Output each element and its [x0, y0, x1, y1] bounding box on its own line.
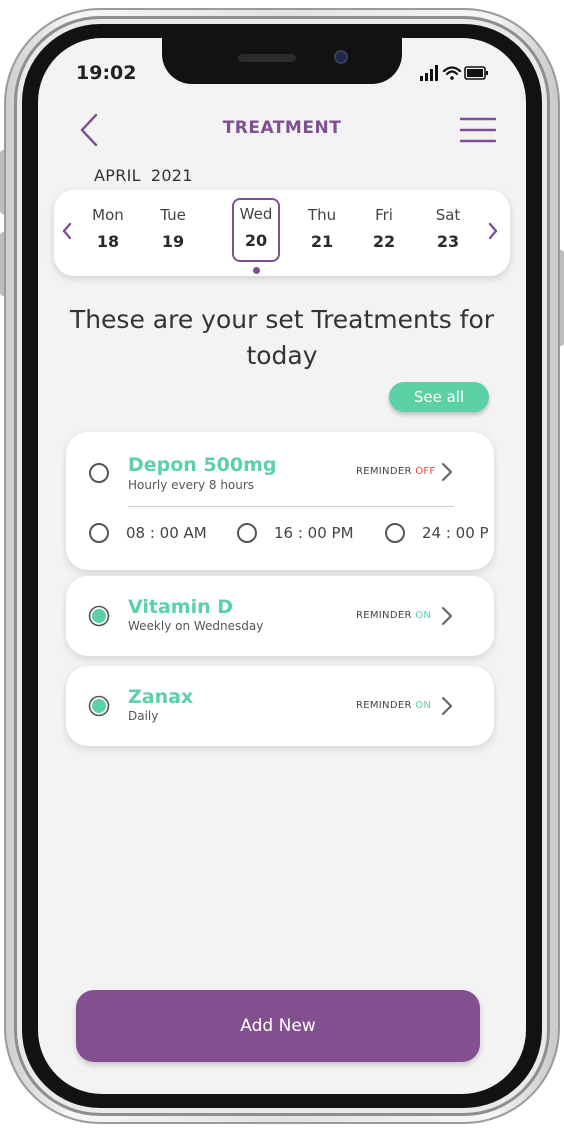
signal-icon — [420, 65, 438, 81]
checkbox-unchecked — [89, 523, 109, 543]
day-name: Sat — [435, 206, 461, 224]
reminder-status[interactable]: REMINDER ON — [356, 610, 431, 621]
checkbox-unchecked — [385, 523, 405, 543]
day-name: Thu — [307, 206, 337, 224]
card-divider — [128, 506, 454, 507]
medication-name: Vitamin D — [128, 596, 234, 618]
notch — [162, 38, 402, 84]
phone-mockup: 19:02 TREATMENT APRIL 2021 Mon 18 Tue 19… — [0, 0, 564, 1128]
checkbox-checked[interactable] — [88, 695, 110, 717]
treatment-card-depon[interactable]: Depon 500mg Hourly every 8 hours REMINDE… — [66, 432, 494, 570]
speaker-grille — [238, 54, 296, 62]
calendar-day-mon[interactable]: Mon 18 — [84, 200, 132, 262]
day-name: Mon — [92, 206, 124, 224]
treatment-card-vitamin-d[interactable]: Vitamin D Weekly on Wednesday REMINDER O… — [66, 576, 494, 656]
page-title: TREATMENT — [222, 118, 342, 138]
chevron-right-icon[interactable] — [438, 460, 456, 484]
dose-time-label: 24 : 00 P — [422, 524, 489, 542]
reminder-label: REMINDER — [356, 700, 412, 711]
dose-time-1600[interactable]: 16 : 00 PM — [236, 522, 376, 544]
day-number: 18 — [96, 232, 120, 251]
reminder-status[interactable]: REMINDER ON — [356, 700, 431, 711]
dose-time-label: 16 : 00 PM — [274, 524, 354, 542]
checkbox-checked[interactable] — [88, 605, 110, 627]
status-icons — [420, 65, 488, 81]
battery-icon — [464, 66, 488, 80]
medication-schedule: Daily — [128, 709, 159, 723]
day-number: 23 — [436, 232, 460, 251]
treatments-heading: These are your set Treatments for today — [69, 305, 495, 370]
day-name: Fri — [375, 206, 393, 224]
day-number: 20 — [244, 231, 268, 250]
calendar-day-fri[interactable]: Fri 22 — [360, 200, 408, 262]
dose-time-0800[interactable]: 08 : 00 AM — [88, 522, 238, 544]
app-screen: 19:02 TREATMENT APRIL 2021 Mon 18 Tue 19… — [38, 38, 526, 1094]
reminder-state-off: OFF — [415, 466, 436, 477]
calendar-day-wed-selected[interactable]: Wed 20 — [232, 198, 280, 262]
reminder-state-on: ON — [415, 610, 432, 621]
menu-button[interactable] — [459, 116, 497, 144]
calendar-day-sat[interactable]: Sat 23 — [424, 200, 472, 262]
hamburger-menu-icon — [459, 117, 497, 143]
chevron-right-icon — [488, 222, 498, 240]
treatment-card-zanax[interactable]: Zanax Daily REMINDER ON — [66, 666, 494, 746]
chevron-right-icon[interactable] — [438, 604, 456, 628]
selected-day-indicator — [253, 267, 260, 274]
reminder-status[interactable]: REMINDER OFF — [356, 466, 435, 477]
week-calendar: Mon 18 Tue 19 Wed 20 Thu 21 Fri 22 Sat 2… — [54, 190, 510, 276]
medication-name: Zanax — [128, 686, 194, 708]
checkbox-unchecked[interactable] — [88, 462, 110, 484]
chevron-right-icon[interactable] — [438, 694, 456, 718]
see-all-button[interactable]: See all — [389, 382, 489, 412]
day-number: 21 — [310, 232, 334, 251]
year-label: 2021 — [150, 166, 193, 185]
reminder-label: REMINDER — [356, 610, 412, 621]
medication-schedule: Hourly every 8 hours — [128, 478, 255, 492]
wifi-icon — [442, 66, 462, 80]
day-name: Wed — [239, 205, 273, 223]
calendar-day-tue[interactable]: Tue 19 — [149, 200, 197, 262]
dose-time-label: 08 : 00 AM — [126, 524, 207, 542]
calendar-day-thu[interactable]: Thu 21 — [298, 200, 346, 262]
reminder-state-on: ON — [415, 700, 432, 711]
day-name: Tue — [160, 206, 186, 224]
month-label: APRIL — [94, 166, 141, 185]
front-camera — [334, 50, 348, 64]
add-new-button[interactable]: Add New — [76, 990, 480, 1062]
chevron-left-icon — [62, 222, 72, 240]
prev-week-button[interactable] — [58, 218, 76, 244]
checkbox-unchecked — [237, 523, 257, 543]
medication-schedule: Weekly on Wednesday — [128, 619, 264, 633]
dose-time-2400[interactable]: 24 : 00 P — [384, 522, 494, 544]
reminder-label: REMINDER — [356, 466, 412, 477]
day-number: 22 — [372, 232, 396, 251]
status-time: 19:02 — [76, 62, 137, 84]
next-week-button[interactable] — [484, 218, 502, 244]
month-year-label: APRIL 2021 — [94, 166, 203, 185]
medication-name: Depon 500mg — [128, 454, 277, 476]
day-number: 19 — [161, 232, 185, 251]
